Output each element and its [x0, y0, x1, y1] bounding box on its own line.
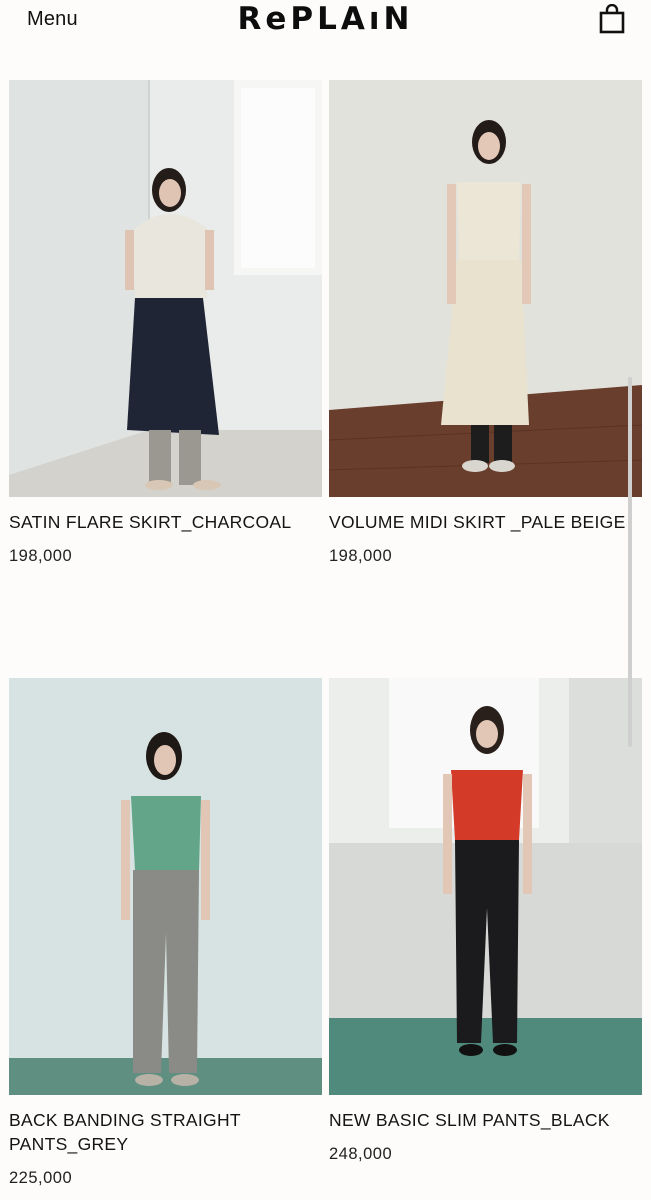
product-name[interactable]: BACK BANDING STRAIGHT PANTS_GREY: [9, 1108, 322, 1156]
product-price: 198,000: [329, 547, 393, 565]
product-image[interactable]: [9, 80, 322, 497]
product-card[interactable]: SATIN FLARE SKIRT_CHARCOAL 198,000: [9, 80, 322, 566]
shopping-bag-icon[interactable]: [599, 3, 625, 34]
product-name[interactable]: VOLUME MIDI SKIRT _PALE BEIGE: [329, 510, 642, 534]
product-price: 225,000: [9, 1169, 73, 1187]
product-name[interactable]: NEW BASIC SLIM PANTS_BLACK: [329, 1108, 642, 1132]
product-card[interactable]: VOLUME MIDI SKIRT _PALE BEIGE 198,000: [329, 80, 642, 566]
product-image[interactable]: [9, 678, 322, 1095]
site-logo[interactable]: RePLAıN: [0, 1, 651, 37]
product-price: 198,000: [9, 547, 73, 565]
site-header: Menu RePLAıN: [0, 0, 651, 44]
scrollbar[interactable]: [628, 377, 632, 747]
product-image[interactable]: [329, 80, 642, 497]
product-name[interactable]: SATIN FLARE SKIRT_CHARCOAL: [9, 510, 322, 534]
product-image[interactable]: [329, 678, 642, 1095]
product-price: 248,000: [329, 1145, 393, 1163]
product-card[interactable]: BACK BANDING STRAIGHT PANTS_GREY 225,000: [9, 678, 322, 1188]
product-card[interactable]: NEW BASIC SLIM PANTS_BLACK 248,000: [329, 678, 642, 1164]
